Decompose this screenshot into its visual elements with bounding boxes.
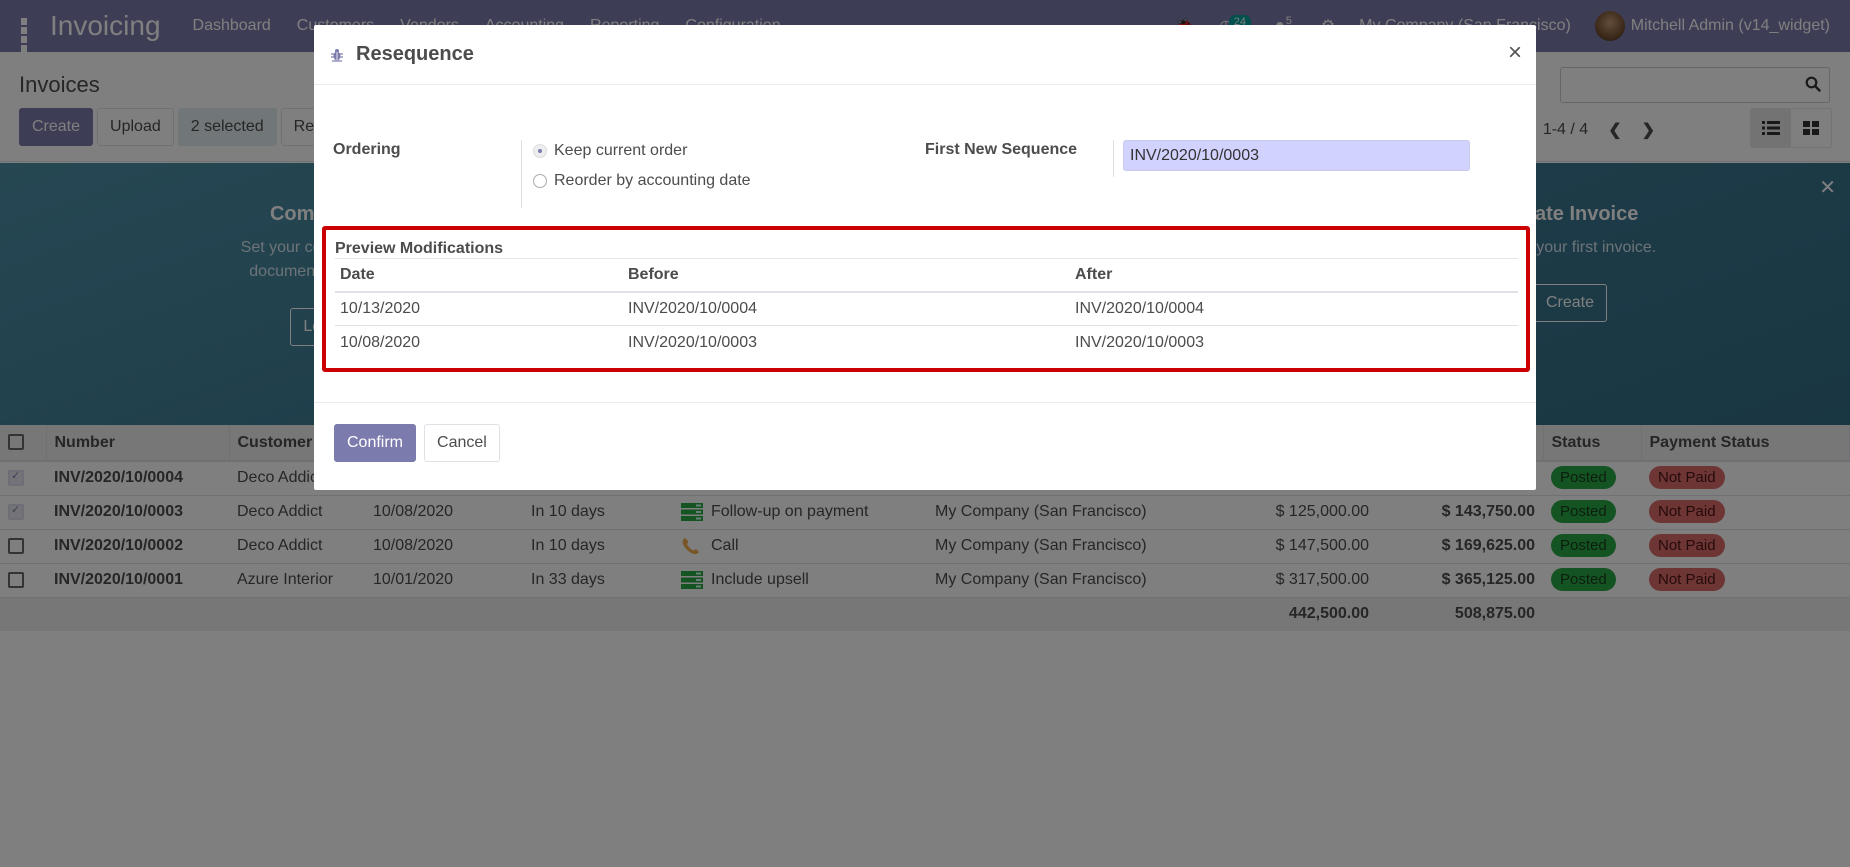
preview-cell-after: INV/2020/10/0004	[1070, 291, 1518, 326]
preview-cell-before: INV/2020/10/0004	[623, 291, 1070, 326]
close-icon[interactable]: ×	[1508, 41, 1522, 65]
preview-modifications-section: Preview Modifications Date Before After …	[322, 226, 1530, 372]
bug-icon	[331, 48, 343, 62]
dialog-header: Resequence ×	[314, 25, 1536, 85]
dialog-footer: Confirm Cancel	[334, 424, 500, 462]
confirm-button[interactable]: Confirm	[334, 424, 417, 462]
dialog-title: Resequence	[356, 43, 474, 65]
dialog-body: Ordering Keep current order Reorder by a…	[314, 85, 1536, 403]
field-separator	[1113, 140, 1114, 177]
preview-row: 10/13/2020 INV/2020/10/0004 INV/2020/10/00…	[335, 291, 1518, 326]
preview-column-after: After	[1070, 258, 1518, 293]
radio-label: Reorder by accounting date	[554, 172, 751, 189]
preview-row: 10/08/2020 INV/2020/10/0003 INV/2020/10/00…	[335, 326, 1518, 360]
field-separator	[521, 140, 522, 208]
preview-cell-date: 10/08/2020	[340, 333, 421, 351]
preview-table: Date Before After 10/13/2020 INV/2020/10/…	[335, 258, 1518, 360]
radio-keep-current-order[interactable]: Keep current order	[533, 142, 687, 160]
radio-button[interactable]	[533, 174, 547, 188]
radio-reorder-by-date[interactable]: Reorder by accounting date	[533, 172, 751, 190]
preview-cell-date: 10/13/2020	[335, 291, 623, 326]
first-new-sequence-label: First New Sequence	[925, 141, 1078, 158]
preview-column-before: Before	[623, 258, 1070, 293]
preview-column-date: Date	[335, 258, 623, 293]
resequence-dialog: Resequence × Ordering Keep current order…	[314, 25, 1536, 490]
preview-cell-after: INV/2020/10/0003	[1075, 333, 1204, 351]
radio-label: Keep current order	[554, 142, 688, 159]
cancel-button[interactable]: Cancel	[424, 424, 500, 462]
preview-cell-before: INV/2020/10/0003	[628, 333, 757, 351]
first-new-sequence-input[interactable]	[1123, 140, 1470, 171]
radio-button-checked[interactable]	[533, 144, 547, 158]
preview-title: Preview Modifications	[335, 240, 504, 257]
ordering-label: Ordering	[333, 141, 401, 158]
